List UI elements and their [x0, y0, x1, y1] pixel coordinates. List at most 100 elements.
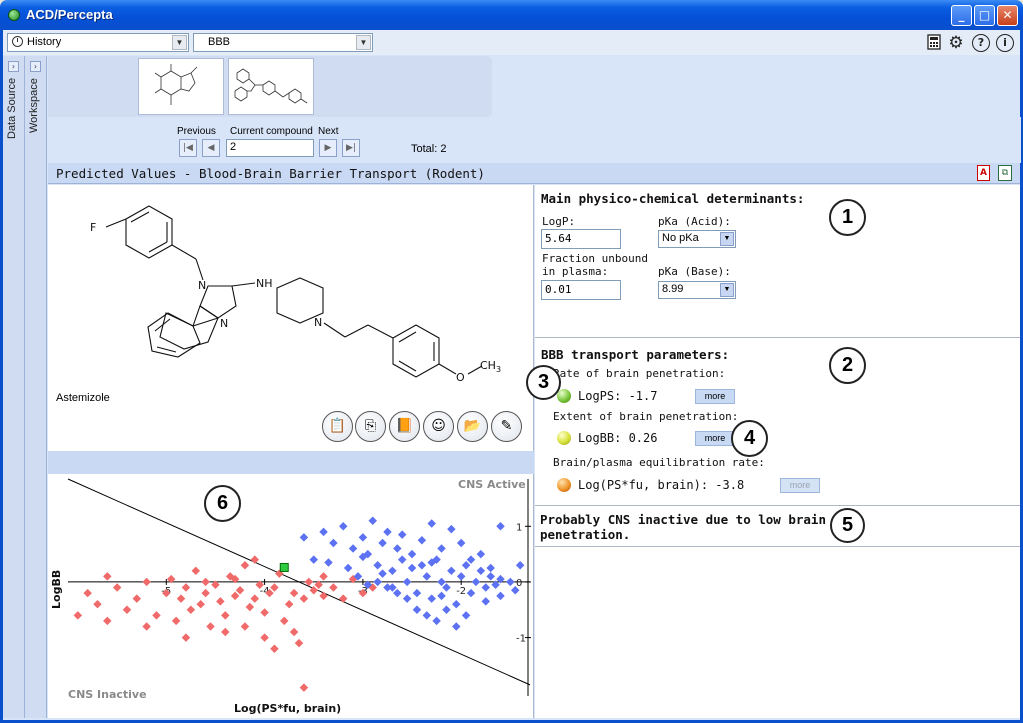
data-point: [250, 594, 260, 603]
section-header: Predicted Values - Blood-Brain Barrier T…: [48, 163, 1020, 184]
data-point: [378, 569, 387, 578]
data-point: [171, 616, 181, 626]
data-point: [289, 627, 299, 637]
atom-label-nh: NH: [256, 277, 273, 290]
data-point: [83, 588, 92, 598]
y-tick-label: 1: [516, 522, 522, 533]
close-button[interactable]: ✕: [997, 5, 1018, 26]
splitter-band[interactable]: [48, 451, 534, 474]
data-point: [358, 533, 368, 542]
data-point: [417, 535, 427, 545]
data-point: [393, 588, 402, 598]
compound-thumbnail-caffeine[interactable]: [138, 58, 224, 115]
pka-acid-dropdown[interactable]: No pKa ▼: [658, 230, 736, 248]
callout-3: 3: [526, 365, 561, 400]
data-point: [402, 594, 412, 603]
module-label: BBB: [208, 36, 231, 48]
data-point: [461, 611, 471, 620]
logp-field[interactable]: 5.64: [541, 229, 621, 249]
logps-more-button[interactable]: more: [695, 389, 735, 404]
fraction-unbound-field[interactable]: 0.01: [541, 280, 621, 300]
data-point: [93, 599, 102, 609]
calculator-icon[interactable]: [925, 34, 943, 52]
conclusion-line1: Probably CNS inactive due to low brain: [540, 512, 826, 527]
rate-label: Rate of brain penetration:: [553, 367, 726, 380]
data-point: [432, 616, 441, 626]
data-point: [73, 611, 83, 620]
data-point: [221, 627, 230, 637]
expand-arrow-icon[interactable]: ›: [8, 61, 19, 72]
data-source-panel-tab[interactable]: › Data Source: [3, 56, 25, 718]
data-point: [221, 611, 230, 620]
history-label: History: [27, 36, 62, 48]
data-point: [343, 563, 353, 573]
data-point: [270, 583, 279, 592]
data-point: [181, 633, 191, 642]
maximize-button[interactable]: □: [974, 5, 995, 26]
minimize-button[interactable]: _: [951, 5, 972, 26]
data-point: [496, 591, 505, 601]
y-axis-label: LogBB: [50, 570, 63, 609]
logbb-value: LogBB: 0.26: [578, 431, 658, 445]
next-compound-button[interactable]: ▶: [319, 139, 337, 157]
data-point: [240, 561, 250, 570]
info-icon[interactable]: i: [996, 34, 1014, 52]
data-point: [319, 591, 328, 601]
data-point: [294, 638, 304, 648]
chevron-down-icon: ▼: [720, 283, 734, 297]
data-point: [299, 594, 309, 603]
data-point: [176, 594, 186, 603]
pdf-export-icon[interactable]: A: [977, 165, 990, 181]
gear-icon[interactable]: ⚙: [947, 34, 965, 52]
physchem-heading: Main physico-chemical determinants:: [541, 191, 805, 206]
data-point: [289, 588, 299, 598]
current-compound-input[interactable]: 2: [226, 139, 314, 157]
expand-arrow-icon[interactable]: ›: [30, 61, 41, 72]
module-dropdown[interactable]: BBB ▼: [193, 33, 373, 52]
first-compound-button[interactable]: |◀: [179, 139, 197, 157]
data-point: [329, 583, 338, 592]
open-folder-icon[interactable]: 📂: [457, 411, 488, 442]
atom-label-n1: N: [198, 279, 206, 292]
compound-thumbnail-astemizole[interactable]: [228, 58, 314, 115]
help-icon[interactable]: ?: [972, 34, 990, 52]
book-icon[interactable]: 📙: [389, 411, 420, 442]
y-tick-label: 0: [516, 578, 522, 589]
data-point: [103, 572, 112, 581]
conclusion-section: Probably CNS inactive due to low brain p…: [535, 507, 1020, 547]
data-point: [383, 527, 392, 537]
data-point: [235, 586, 245, 595]
edit-pencil-icon[interactable]: ✎: [491, 411, 522, 442]
data-point: [486, 563, 495, 573]
data-point: [388, 566, 397, 576]
workspace-panel-tab[interactable]: › Workspace: [25, 56, 47, 718]
data-point: [476, 549, 486, 559]
pka-acid-label: pKa (Acid):: [658, 215, 731, 228]
region-label-inactive: CNS Inactive: [68, 688, 147, 701]
data-point: [329, 538, 338, 548]
copy-structure-icon[interactable]: ⎘: [355, 411, 386, 442]
previous-compound-button[interactable]: ◀: [202, 139, 220, 157]
data-point: [397, 530, 407, 539]
bbb-plot-pane: -5-4-3-210-1Log(PS*fu, brain)LogBBCNS Ac…: [48, 474, 534, 718]
status-dot-green: [557, 389, 571, 403]
pka-base-dropdown[interactable]: 8.99 ▼: [658, 281, 736, 299]
chevron-down-icon: ▼: [172, 35, 187, 50]
paste-structure-icon[interactable]: 📋: [322, 411, 353, 442]
data-point: [122, 605, 132, 614]
data-point: [496, 522, 505, 531]
history-dropdown[interactable]: History ▼: [7, 33, 189, 52]
conclusion-line2: penetration.: [540, 527, 631, 542]
logbb-more-button[interactable]: more: [695, 431, 735, 446]
current-compound-marker: [279, 562, 289, 572]
data-point: [142, 577, 151, 587]
smiley-icon[interactable]: ☺: [423, 411, 454, 442]
toolbar: History ▼ BBB ▼ ⚙ ? i: [3, 30, 1020, 55]
data-point: [437, 577, 446, 587]
copy-report-icon[interactable]: ⧉: [998, 165, 1012, 181]
last-compound-button[interactable]: ▶|: [342, 139, 360, 157]
data-point: [373, 577, 382, 587]
data-point: [260, 633, 269, 642]
callout-6: 6: [204, 485, 241, 522]
data-point: [476, 566, 486, 576]
